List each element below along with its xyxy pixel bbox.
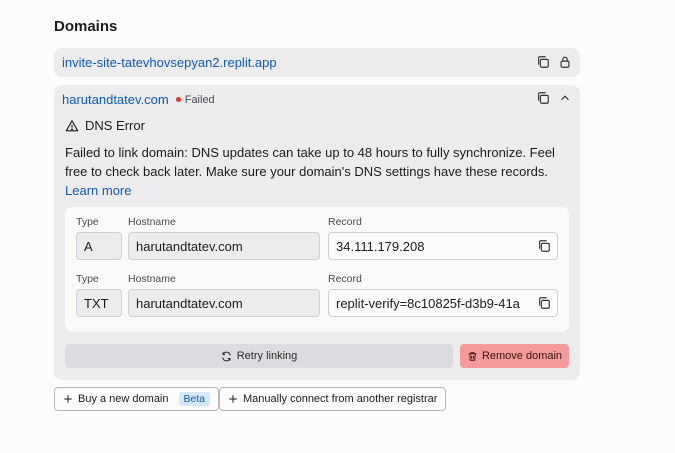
record-value-field[interactable]: 34.111.179.208 [328, 232, 558, 260]
plus-icon [229, 395, 237, 403]
error-message: Failed to link domain: DNS updates can t… [65, 145, 555, 198]
custom-domain-card: harutandtatev.com Failed DNS Error Failed… [54, 85, 580, 380]
type-label: Type [76, 273, 99, 285]
connect-label: Manually connect from another registrar [243, 393, 438, 405]
dns-records-panel: Type Hostname Record A harutandtatev.com… [65, 207, 569, 332]
remove-domain-button[interactable]: Remove domain [460, 344, 569, 368]
section-title: Domains [54, 18, 118, 35]
type-label: Type [76, 216, 99, 228]
copy-icon[interactable] [534, 53, 552, 71]
error-heading: DNS Error [65, 118, 145, 133]
plus-icon [64, 395, 72, 403]
record-value: replit-verify=8c10825f-d3b9-41a [336, 295, 520, 311]
hostname-label: Hostname [128, 273, 176, 285]
site-domain-link[interactable]: invite-site-tatevhovsepyan2.replit.app [62, 55, 277, 70]
record-value-field[interactable]: replit-verify=8c10825f-d3b9-41a [328, 289, 558, 317]
remove-label: Remove domain [481, 350, 563, 362]
record-value: 34.111.179.208 [336, 238, 425, 254]
beta-badge: Beta [178, 392, 211, 406]
hostname-label: Hostname [128, 216, 176, 228]
record-label: Record [328, 216, 362, 228]
status-badge: Failed [184, 93, 215, 106]
custom-domain-link[interactable]: harutandtatev.com [62, 92, 169, 107]
refresh-icon [221, 351, 231, 361]
manual-connect-button[interactable]: Manually connect from another registrar [219, 387, 447, 411]
status-dot [175, 97, 181, 103]
buy-domain-button[interactable]: Buy a new domain Beta [54, 387, 220, 411]
learn-more-link[interactable]: Learn more [65, 183, 131, 198]
site-domain-card: invite-site-tatevhovsepyan2.replit.app [54, 48, 580, 77]
trash-icon [468, 351, 477, 361]
lock-icon [556, 53, 574, 71]
copy-icon[interactable] [537, 296, 551, 310]
record-hostname-field[interactable]: harutandtatev.com [128, 232, 320, 260]
record-hostname-field[interactable]: harutandtatev.com [128, 289, 320, 317]
buy-label: Buy a new domain [78, 393, 169, 405]
chevron-up-icon[interactable] [556, 89, 574, 107]
copy-icon[interactable] [537, 239, 551, 253]
record-type-field[interactable]: TXT [76, 289, 122, 317]
error-title: DNS Error [85, 118, 145, 133]
retry-label: Retry linking [236, 350, 298, 362]
copy-icon[interactable] [534, 89, 552, 107]
retry-linking-button[interactable]: Retry linking [65, 344, 453, 368]
record-label: Record [328, 273, 362, 285]
warning-icon [65, 119, 79, 131]
record-type-field[interactable]: A [76, 232, 122, 260]
